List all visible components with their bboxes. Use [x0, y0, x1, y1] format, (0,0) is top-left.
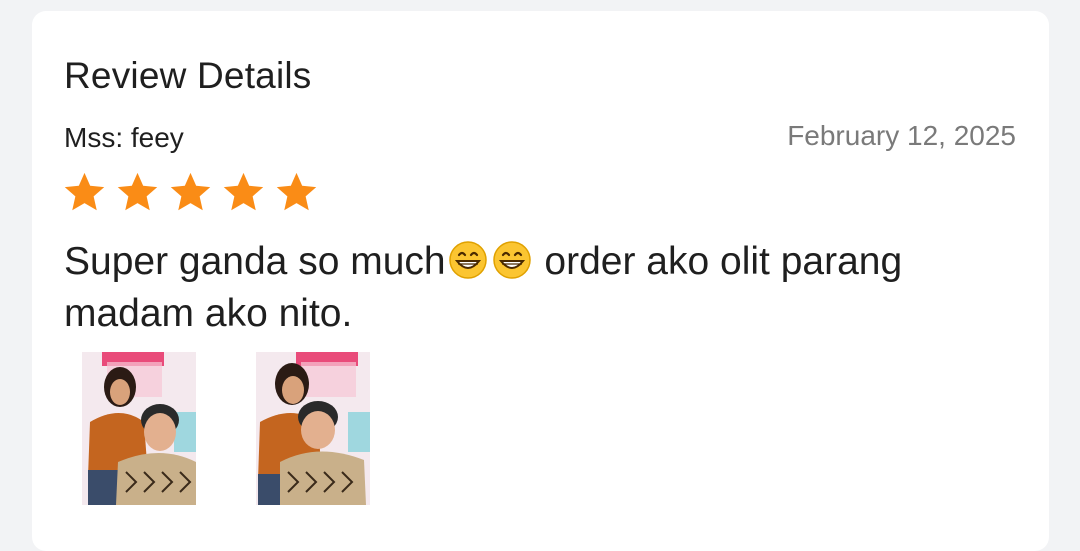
review-text-part1: Super ganda so much [64, 240, 446, 283]
review-photo-thumbnail[interactable] [256, 352, 370, 505]
review-details-card: Review Details Mss: feey February 12, 20… [32, 11, 1049, 551]
review-date: February 12, 2025 [787, 120, 1016, 151]
star-icon [62, 171, 107, 213]
star-icon [274, 171, 319, 213]
star-icon [221, 171, 266, 213]
review-photo-thumbnail[interactable] [82, 352, 196, 505]
review-photos [82, 352, 370, 505]
review-text: Super ganda so much order ako olit paran… [64, 239, 1004, 337]
reviewer-name: Mss: feey [64, 122, 184, 153]
grinning-face-icon [446, 240, 490, 291]
star-icon [115, 171, 160, 213]
page-title: Review Details [64, 55, 312, 96]
grinning-face-icon [490, 240, 534, 291]
star-rating [62, 171, 319, 213]
star-icon [168, 171, 213, 213]
